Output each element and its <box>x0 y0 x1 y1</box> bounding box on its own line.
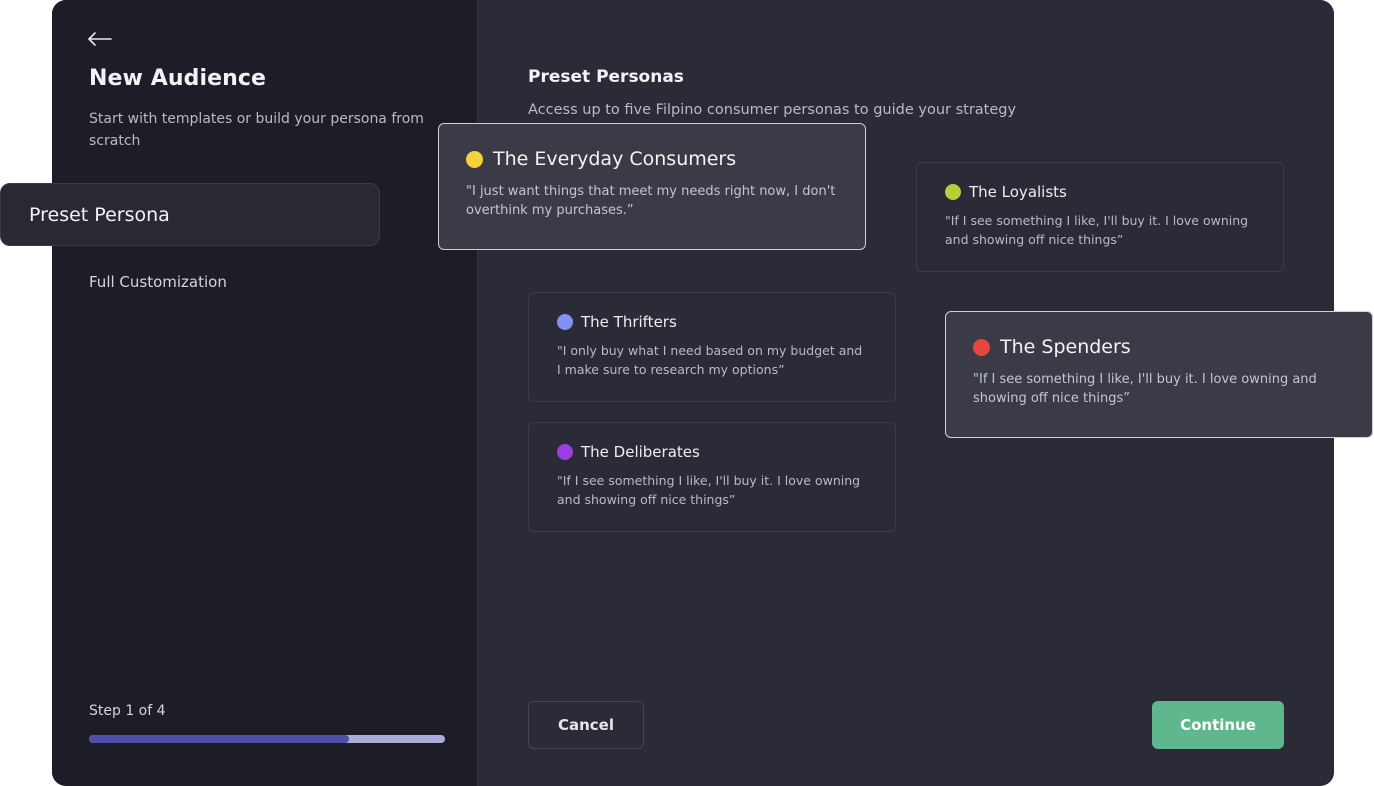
continue-button[interactable]: Continue <box>1152 701 1284 749</box>
progress-bar <box>89 735 445 743</box>
cancel-button[interactable]: Cancel <box>528 701 644 749</box>
sidebar-item-label: Preset Persona <box>29 203 170 226</box>
section-subtitle: Access up to five Filpino consumer perso… <box>528 102 1017 118</box>
persona-card-loyalists[interactable]: The Loyalists "If I see something I like… <box>916 162 1284 272</box>
progress-fill <box>89 735 349 743</box>
arrow-left-icon[interactable] <box>87 28 113 50</box>
persona-color-dot <box>557 444 573 460</box>
persona-name: The Spenders <box>1000 336 1131 358</box>
sidebar-item-preset-persona[interactable]: Preset Persona <box>0 183 380 246</box>
persona-color-dot <box>945 184 961 200</box>
persona-card-deliberates[interactable]: The Deliberates "If I see something I li… <box>528 422 896 532</box>
persona-card-spenders[interactable]: The Spenders "If I see something I like,… <box>945 311 1373 438</box>
persona-quote: "If I see something I like, I'll buy it.… <box>557 473 861 507</box>
page-title: New Audience <box>89 66 267 91</box>
persona-name: The Deliberates <box>581 443 700 461</box>
persona-card-everyday-consumers[interactable]: The Everyday Consumers "I just want thin… <box>438 123 866 250</box>
sidebar: New Audience Start with templates or bui… <box>52 0 478 786</box>
persona-card-thrifters[interactable]: The Thrifters "I only buy what I need ba… <box>528 292 896 402</box>
persona-color-dot <box>973 338 990 356</box>
persona-name: The Everyday Consumers <box>493 148 737 170</box>
persona-name: The Loyalists <box>969 183 1067 201</box>
persona-quote: "If I see something I like, I'll buy it.… <box>945 213 1249 247</box>
persona-name: The Thrifters <box>581 313 677 331</box>
sidebar-item-full-customization[interactable]: Full Customization <box>89 273 227 291</box>
persona-color-dot <box>466 150 483 168</box>
persona-quote: "If I see something I like, I'll buy it.… <box>973 372 1317 406</box>
page-subtitle: Start with templates or build your perso… <box>89 111 424 149</box>
persona-color-dot <box>557 314 573 330</box>
section-title: Preset Personas <box>528 67 684 87</box>
step-indicator: Step 1 of 4 <box>89 703 166 719</box>
persona-quote: "I just want things that meet my needs r… <box>466 184 836 218</box>
persona-quote: "I only buy what I need based on my budg… <box>557 343 863 377</box>
